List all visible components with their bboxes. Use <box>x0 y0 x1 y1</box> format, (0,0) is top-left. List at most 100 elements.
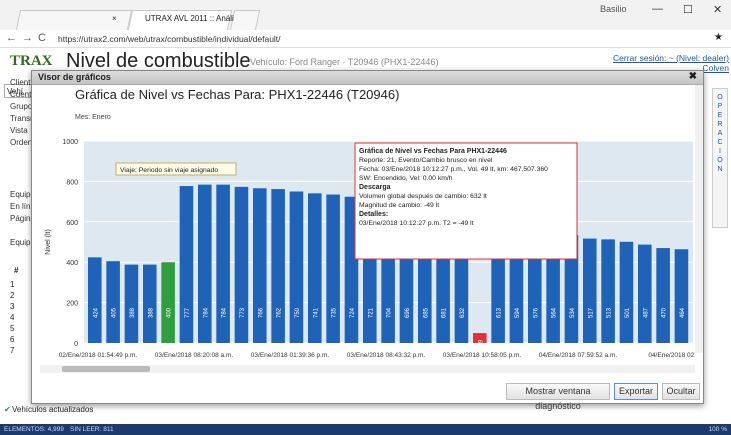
bar <box>583 238 597 343</box>
side-label: Cuent <box>10 90 32 99</box>
user-link[interactable]: Colven <box>703 63 729 73</box>
new-tab-button[interactable] <box>229 10 261 30</box>
bar <box>198 184 212 343</box>
bar-value-label: 464 <box>680 307 686 318</box>
row-number[interactable]: 3 <box>10 302 14 311</box>
bar <box>308 193 322 343</box>
url-bar[interactable]: https://utrax2.com/web/utrax/combustible… <box>54 32 674 46</box>
status-text: Vehículos actualizados <box>12 405 94 414</box>
tooltip-line: Volumen global después de cambio: 632 lt <box>359 193 487 200</box>
bar-value-label: 594 <box>515 307 521 318</box>
y-tick-label: 200 <box>66 301 78 308</box>
maximize-button[interactable]: ☐ <box>683 3 693 16</box>
bar-value-label: 564 <box>552 307 558 318</box>
logout-link[interactable]: Cerrar sesión: ~ (Nivel: dealer) <box>613 53 729 63</box>
side-tab-letter: Ó <box>717 157 723 164</box>
row-number[interactable]: 6 <box>10 335 14 344</box>
operaciones-side-tab[interactable]: OPERACIÓN <box>712 88 728 228</box>
bar <box>674 249 689 343</box>
zoom-level: 100 % <box>708 426 727 433</box>
x-tick-label: 04/Ene/2018 02:3 <box>648 352 695 359</box>
side-tab-letter: I <box>719 148 721 155</box>
side-label: Vista <box>10 126 28 135</box>
bar-value-label: 784 <box>222 307 228 318</box>
y-tick-label: 1000 <box>62 139 78 146</box>
tooltip-line: Magnitud de cambio: -49 lt <box>359 202 439 209</box>
unread-count: SIN LEER: 811 <box>70 426 114 433</box>
side-tab-letter: R <box>717 121 723 128</box>
tooltip-section: Descarga <box>359 184 391 191</box>
bar-value-label: 388 <box>148 307 154 318</box>
bar <box>106 261 120 343</box>
bar-value-label: 696 <box>405 307 411 318</box>
bar-value-label: 405 <box>112 307 118 318</box>
modal-close-icon[interactable]: ✖ <box>689 71 697 82</box>
bar-value-label: 777 <box>185 307 191 318</box>
bar-value-label: 400 <box>167 307 173 318</box>
browser-titlebar: × UTRAX AVL 2011 :: Análi Basilio — ☐ ✕ <box>0 0 731 30</box>
x-tick-label: 03/Ene/2018 10:58:05 p.m. <box>443 352 522 359</box>
bar-value-label: 784 <box>203 307 209 318</box>
bar-value-label: 632 <box>460 307 466 318</box>
show-diagnostic-button[interactable]: Mostrar ventana diagnóstico <box>506 383 610 411</box>
bar <box>289 191 304 343</box>
bar <box>124 264 139 343</box>
browser-navbar: ← → C https://utrax2.com/web/utrax/combu… <box>0 30 731 48</box>
bar-value-label: 49 <box>478 339 484 346</box>
x-tick-label: 03/Ene/2018 01:39:36 p.m. <box>251 352 330 359</box>
tab-close-icon[interactable]: × <box>112 14 117 23</box>
tooltip-line: Reporte: 21, Evento/Cambio brusco en niv… <box>359 157 493 164</box>
close-window-button[interactable]: ✕ <box>713 3 722 16</box>
tab-title[interactable]: UTRAX AVL 2011 :: Análi <box>145 14 234 23</box>
row-number[interactable]: 2 <box>10 291 14 300</box>
left-side-panel: Client Cuent Grupo Transr Vista Orden Equipo En… <box>0 70 35 370</box>
side-tab-letter: O <box>717 94 723 101</box>
x-tick-label: 02/Ene/2018 01:54:49 p.m. <box>59 352 138 359</box>
tooltip-line: 03/Ene/2018 10:12:27 p.m. T2 = -49 lt <box>359 220 474 227</box>
bar <box>234 186 249 343</box>
elements-count: ELEMENTOS: 4,999 <box>4 426 64 433</box>
minimize-button[interactable]: — <box>652 3 663 15</box>
side-label: En lín <box>10 202 31 211</box>
bar <box>656 248 670 343</box>
bar <box>253 188 267 343</box>
y-tick-label: 800 <box>66 179 78 186</box>
bar-value-label: 721 <box>368 307 374 318</box>
y-tick-label: 600 <box>66 220 78 227</box>
bar <box>326 194 340 343</box>
tooltip-line: SW: Encendido, Vel: 0.00 km/h <box>359 175 453 182</box>
bar-value-label: 424 <box>93 307 99 318</box>
modal-title: Visor de gráficos <box>38 72 111 82</box>
chart-title: Gráfica de Nivel vs Fechas Para: PHX1-22… <box>75 87 399 102</box>
bar-value-label: 501 <box>625 307 631 318</box>
export-button[interactable]: Exportar <box>614 383 658 400</box>
x-tick-label: 03/Ene/2018 08:20:08 a.m. <box>155 352 234 359</box>
row-number[interactable]: 1 <box>10 280 14 289</box>
tooltip-line: Fecha: 03/Ene/2018 10:12:27 p.m., Vol. 4… <box>359 166 548 173</box>
modal-header: Visor de gráficos ✖ <box>32 71 703 85</box>
row-number[interactable]: 4 <box>10 313 14 322</box>
hide-button[interactable]: Ocultar <box>662 383 700 400</box>
bar <box>216 184 230 343</box>
x-tick-label: 03/Ene/2018 08:43:32 p.m. <box>347 352 426 359</box>
forward-icon[interactable]: → <box>22 32 33 44</box>
bar-value-label: 766 <box>258 307 264 318</box>
scroll-thumb[interactable] <box>62 366 150 372</box>
bar <box>601 239 615 343</box>
bar-value-label: 724 <box>350 307 356 318</box>
row-number[interactable]: 5 <box>10 324 14 333</box>
month-label: Mes: Enero <box>75 114 111 121</box>
x-tick-label: 04/Ene/2018 07:59:52 a.m. <box>539 352 618 359</box>
bookmark-star-icon[interactable]: ★ <box>714 32 723 43</box>
tooltip-title: Gráfica de Nivel vs Fechas Para PHX1-224… <box>359 148 507 155</box>
annotation-text: Viaje: Periodo sin viaje asignado <box>120 167 218 174</box>
chart-vertical-scrollbar[interactable] <box>695 85 703 353</box>
bar-value-label: 470 <box>662 307 668 318</box>
chart-horizontal-scrollbar[interactable] <box>40 365 695 373</box>
reload-icon[interactable]: C <box>38 32 46 44</box>
back-icon[interactable]: ← <box>6 32 17 44</box>
row-number[interactable]: 7 <box>10 346 14 355</box>
bar-value-label: 750 <box>295 307 301 318</box>
bar-value-label: 685 <box>423 307 429 318</box>
y-tick-label: 400 <box>66 260 78 267</box>
